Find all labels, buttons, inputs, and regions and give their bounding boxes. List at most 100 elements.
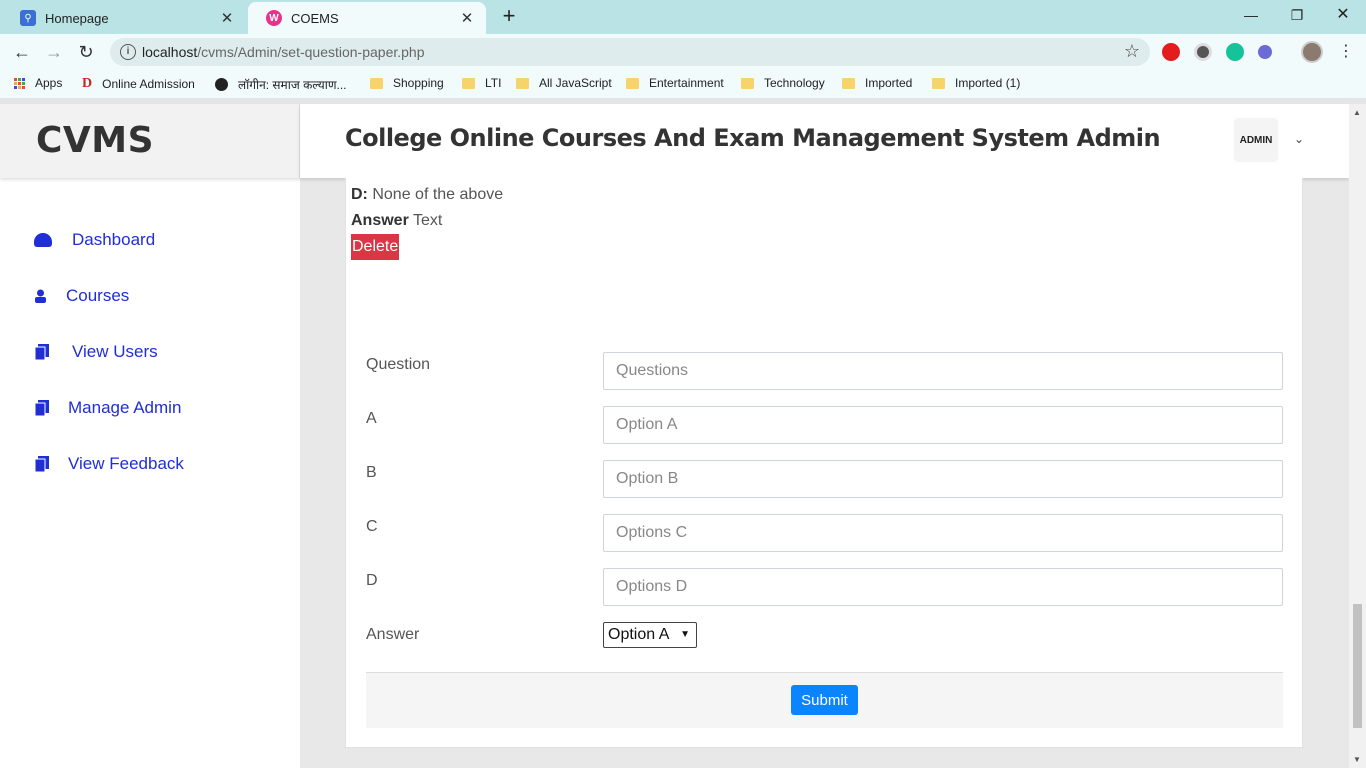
bookmark-imported[interactable]: Imported (842, 76, 912, 90)
folder-icon (370, 77, 383, 89)
forward-button[interactable]: → (42, 40, 66, 64)
bookmark-shopping[interactable]: Shopping (370, 76, 444, 90)
brand-text: CVMS (36, 120, 155, 161)
answer-line: Answer Text (351, 212, 442, 230)
bookmark-online-admission[interactable]: D Online Admission (82, 76, 195, 92)
file-icon (34, 344, 50, 360)
sidebar-item-label: View Feedback (68, 454, 184, 473)
page-title: College Online Courses And Exam Manageme… (345, 124, 1161, 152)
brand-logo[interactable]: CVMS (0, 104, 300, 178)
folder-icon (842, 77, 855, 89)
back-button[interactable]: ← (10, 40, 34, 64)
bookmark-label: Imported (865, 76, 913, 90)
admin-avatar[interactable]: ADMIN (1234, 118, 1278, 162)
folder-icon (626, 77, 639, 89)
sidebar-item-label: View Users (72, 342, 158, 361)
option-d-text: None of the above (372, 186, 504, 203)
tab-title: Homepage (45, 10, 109, 26)
answer-label: Answer (351, 212, 409, 229)
sidebar-item-manage-admin[interactable]: Manage Admin (34, 396, 181, 420)
url-path: /cvms/Admin/set-question-paper.php (197, 44, 425, 60)
bookmark-label: Technology (764, 76, 825, 90)
restore-button[interactable]: ❐ (1274, 0, 1320, 30)
option-c-label: C (366, 518, 378, 535)
search-favicon-icon: ⚲ (20, 10, 36, 26)
bookmark-entertainment[interactable]: Entertainment (626, 76, 724, 90)
bookmarks-bar: Apps D Online Admission लॉगीन: समाज कल्य… (0, 70, 1366, 98)
new-tab-button[interactable]: + (497, 5, 521, 29)
tab-coems[interactable]: W COEMS ✕ (248, 2, 486, 34)
globe-icon (215, 78, 228, 91)
address-bar[interactable]: i localhost/cvms/Admin/set-question-pape… (110, 38, 1150, 66)
answer-selected-value: Option A (608, 626, 670, 643)
bookmark-label: Imported (1) (955, 76, 1021, 90)
close-tab-icon[interactable]: ✕ (218, 9, 236, 27)
url-host: localhost (142, 44, 198, 60)
close-tab-icon[interactable]: ✕ (458, 9, 476, 27)
bookmark-login[interactable]: लॉगीन: समाज कल्याण... (215, 76, 347, 93)
dark-mode-extension-icon[interactable] (1194, 43, 1212, 61)
profile-avatar-icon[interactable] (1301, 41, 1323, 63)
url-text[interactable]: localhost/cvms/Admin/set-question-paper.… (142, 44, 425, 60)
reload-button[interactable]: ↻ (74, 40, 98, 64)
sidebar-item-courses[interactable]: Courses (34, 284, 129, 308)
option-d-line: D: None of the above (351, 186, 503, 204)
sidebar-item-label: Manage Admin (68, 398, 182, 417)
bookmark-label: LTI (485, 76, 502, 90)
bookmark-label: Entertainment (649, 76, 724, 90)
delete-button[interactable]: Delete (351, 234, 400, 260)
bookmark-lti[interactable]: LTI (462, 76, 501, 90)
dropdown-arrow-icon: ▼ (680, 629, 690, 640)
sidebar-item-view-users[interactable]: View Users (34, 340, 158, 364)
scrollbar-thumb[interactable] (1353, 604, 1362, 728)
bookmark-label: लॉगीन: समाज कल्याण... (238, 78, 347, 92)
close-window-button[interactable]: ✕ (1320, 0, 1366, 30)
color-picker-extension-icon[interactable] (1258, 45, 1272, 59)
dashboard-icon (34, 233, 52, 247)
adblock-extension-icon[interactable] (1162, 43, 1180, 61)
sidebar-item-dashboard[interactable]: Dashboard (34, 228, 155, 252)
info-icon[interactable]: i (120, 44, 136, 60)
bookmark-technology[interactable]: Technology (741, 76, 825, 90)
bookmark-label: Online Admission (102, 77, 195, 91)
page-header: College Online Courses And Exam Manageme… (300, 104, 1349, 178)
page-content: CVMS Dashboard Courses View Users Manage… (0, 104, 1366, 768)
option-d-label: D (366, 572, 378, 589)
option-d-input[interactable] (603, 568, 1283, 606)
apps-grid-icon (14, 77, 25, 89)
minimize-button[interactable]: — (1228, 0, 1274, 30)
bookmark-apps[interactable]: Apps (14, 76, 62, 90)
tab-title: COEMS (291, 10, 339, 26)
question-input[interactable] (603, 352, 1283, 390)
option-d-label: D: (351, 186, 368, 203)
bookmark-imported-1[interactable]: Imported (1) (932, 76, 1020, 90)
bookmark-label: Apps (35, 76, 63, 90)
user-icon (34, 288, 46, 304)
question-paper-card: D: None of the above Answer Text Delete … (345, 178, 1303, 748)
submit-button[interactable]: Submit (791, 685, 858, 715)
scroll-down-icon[interactable]: ▼ (1353, 755, 1361, 764)
d-logo-icon: D (82, 76, 93, 91)
file-icon (34, 400, 50, 416)
browser-menu-icon[interactable]: ⋮ (1334, 40, 1358, 64)
coems-favicon-icon: W (266, 10, 282, 26)
tab-homepage[interactable]: ⚲ Homepage ✕ (2, 2, 246, 34)
page-scrollbar[interactable]: ▲ ▼ (1349, 104, 1366, 768)
option-b-input[interactable] (603, 460, 1283, 498)
chevron-down-icon[interactable]: ⌄ (1294, 132, 1304, 146)
sidebar-item-view-feedback[interactable]: View Feedback (34, 452, 184, 476)
sidebar-item-label: Dashboard (72, 230, 156, 249)
bookmark-star-icon[interactable]: ☆ (1124, 41, 1140, 62)
grammarly-extension-icon[interactable] (1226, 43, 1244, 61)
bookmark-label: All JavaScript (539, 76, 612, 90)
answer-select[interactable]: Option A ▼ (603, 622, 697, 648)
scroll-up-icon[interactable]: ▲ (1353, 108, 1361, 117)
option-a-label: A (366, 410, 377, 427)
file-icon (34, 456, 50, 472)
option-a-input[interactable] (603, 406, 1283, 444)
sidebar: CVMS Dashboard Courses View Users Manage… (0, 104, 300, 768)
tab-bar: ⚲ Homepage ✕ W COEMS ✕ + — ❐ ✕ (0, 0, 1366, 34)
bookmark-all-javascript[interactable]: All JavaScript (516, 76, 612, 90)
option-c-input[interactable] (603, 514, 1283, 552)
folder-icon (741, 77, 754, 89)
